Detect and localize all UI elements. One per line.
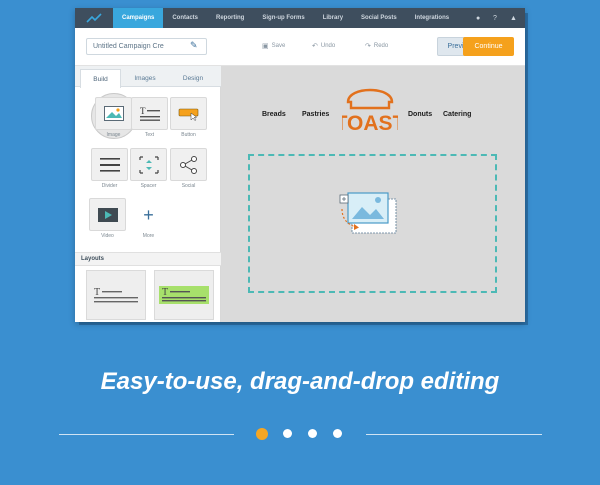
redo-label: Redo: [373, 43, 389, 49]
block-spacer[interactable]: [130, 148, 167, 181]
text-layout-icon: T: [94, 287, 138, 303]
menu-pastries[interactable]: Pastries: [302, 111, 329, 118]
plus-icon: +: [143, 204, 154, 225]
top-nav: Campaigns Contacts Reporting Sign-up For…: [75, 8, 525, 28]
nav-campaigns[interactable]: Campaigns: [113, 8, 164, 28]
campaign-name-input[interactable]: Untitled Campaign Cre: [86, 38, 207, 55]
right-rule: [366, 434, 542, 435]
drop-image-icon: [339, 192, 397, 234]
block-social[interactable]: [170, 148, 207, 181]
block-button[interactable]: [170, 97, 207, 130]
video-icon: [97, 207, 118, 222]
editor-window: Campaigns Contacts Reporting Sign-up For…: [75, 8, 525, 322]
tab-images[interactable]: Images: [123, 69, 167, 87]
block-button-label: Button: [181, 132, 196, 138]
svg-text:T: T: [140, 106, 146, 116]
nav-integrations[interactable]: Integrations: [406, 8, 458, 28]
svg-text:T: T: [94, 287, 100, 298]
editor-toolbar: Untitled Campaign Cre ✎ ▣ Save ↶ Undo ↷ …: [75, 28, 525, 66]
panel-tabs: Build Images Design: [75, 66, 221, 88]
button-icon: [178, 108, 198, 121]
redo-button[interactable]: ↷ Redo: [365, 42, 388, 50]
email-canvas: Breads Pastries TOAST Donuts Catering: [221, 66, 525, 322]
nav-social-posts[interactable]: Social Posts: [352, 8, 406, 28]
menu-donuts[interactable]: Donuts: [408, 111, 432, 118]
block-image[interactable]: [95, 97, 132, 130]
block-text[interactable]: T: [131, 97, 168, 130]
text-icon: T: [139, 106, 160, 121]
toast-logo-icon: TOAST: [335, 88, 406, 135]
toast-logo-text: TOAST: [342, 112, 398, 134]
block-video[interactable]: [89, 198, 126, 231]
save-button[interactable]: ▣ Save: [262, 42, 285, 50]
toast-logo[interactable]: TOAST: [335, 78, 406, 135]
build-panel: Build Images Design Image T Text Button …: [75, 66, 221, 322]
undo-button[interactable]: ↶ Undo: [312, 42, 335, 50]
undo-label: Undo: [320, 43, 336, 49]
spacer-icon: [138, 155, 159, 174]
block-divider-label: Divider: [101, 183, 118, 189]
user-icon[interactable]: ▲: [510, 15, 517, 22]
text-button-layout-icon: T: [159, 286, 209, 304]
carousel-dot-2[interactable]: [283, 429, 292, 438]
undo-icon: ↶: [312, 43, 318, 50]
svg-text:T: T: [162, 287, 168, 298]
nav-reporting[interactable]: Reporting: [207, 8, 253, 28]
block-video-label: Video: [101, 233, 114, 239]
image-icon: [103, 106, 124, 121]
tab-build[interactable]: Build: [80, 69, 121, 88]
save-label: Save: [271, 43, 286, 49]
menu-catering[interactable]: Catering: [443, 111, 471, 118]
tab-design[interactable]: Design: [171, 69, 215, 87]
nav-library[interactable]: Library: [314, 8, 352, 28]
block-divider[interactable]: [91, 148, 128, 181]
continue-button[interactable]: Continue: [463, 37, 514, 56]
brand-logo-icon: [86, 13, 102, 23]
carousel-dot-3[interactable]: [308, 429, 317, 438]
menu-breads[interactable]: Breads: [262, 111, 286, 118]
redo-icon: ↷: [365, 43, 371, 50]
divider-icon: [99, 157, 120, 172]
layout-card-text[interactable]: T: [86, 270, 146, 320]
nav-contacts[interactable]: Contacts: [163, 8, 207, 28]
save-icon: ▣: [262, 43, 269, 50]
bell-icon[interactable]: ●: [476, 15, 483, 22]
carousel-dot-4[interactable]: [333, 429, 342, 438]
block-social-label: Social: [181, 183, 196, 189]
left-rule: [59, 434, 234, 435]
block-image-label: Image: [106, 132, 121, 138]
block-more[interactable]: +: [130, 198, 167, 231]
nav-signup-forms[interactable]: Sign-up Forms: [253, 8, 313, 28]
brand-logo[interactable]: [75, 8, 113, 28]
share-icon: [179, 155, 197, 174]
layout-card-text-button[interactable]: T: [154, 270, 214, 320]
feature-caption: Easy-to-use, drag-and-drop editing: [100, 368, 500, 395]
block-more-label: More: [142, 233, 155, 239]
layouts-header: Layouts: [75, 252, 221, 266]
block-spacer-label: Spacer: [140, 183, 157, 189]
drop-zone[interactable]: [248, 154, 497, 293]
block-text-label: Text: [144, 132, 155, 138]
carousel-dot-1[interactable]: [256, 428, 268, 440]
help-icon[interactable]: ?: [493, 15, 500, 22]
pencil-icon[interactable]: ✎: [190, 41, 199, 50]
